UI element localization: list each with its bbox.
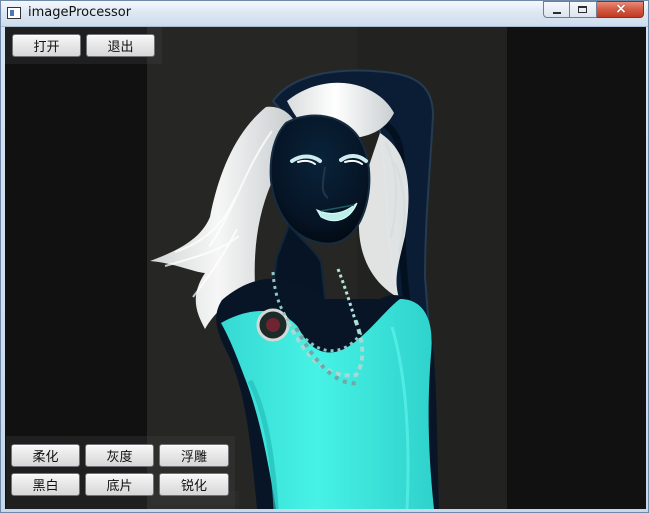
exit-button[interactable]: 退出 xyxy=(86,34,155,57)
minimize-icon xyxy=(553,12,561,14)
close-icon: × xyxy=(615,1,627,17)
window-caption-buttons: × xyxy=(543,1,644,19)
black-white-button[interactable]: 黑白 xyxy=(11,473,80,496)
emboss-button[interactable]: 浮雕 xyxy=(159,444,229,467)
maximize-icon xyxy=(578,6,587,13)
app-window-icon xyxy=(7,7,21,19)
filter-button-panel: 柔化 灰度 浮雕 黑白 底片 锐化 xyxy=(6,436,235,509)
minimize-button[interactable] xyxy=(543,1,570,18)
maximize-button[interactable] xyxy=(570,1,597,18)
grayscale-button[interactable]: 灰度 xyxy=(85,444,154,467)
open-button[interactable]: 打开 xyxy=(12,34,81,57)
window-title: imageProcessor xyxy=(28,5,132,20)
soften-button[interactable]: 柔化 xyxy=(11,444,80,467)
application-window: imageProcessor × 打开 退出 柔化 灰度 浮雕 黑白 底片 锐化 xyxy=(0,0,649,513)
close-button[interactable]: × xyxy=(597,1,644,18)
image-display-area: 打开 退出 柔化 灰度 浮雕 黑白 底片 锐化 xyxy=(5,27,646,509)
top-button-panel: 打开 退出 xyxy=(5,27,162,64)
negative-button[interactable]: 底片 xyxy=(85,473,154,496)
title-bar[interactable]: imageProcessor × xyxy=(1,1,648,27)
sharpen-button[interactable]: 锐化 xyxy=(159,473,229,496)
